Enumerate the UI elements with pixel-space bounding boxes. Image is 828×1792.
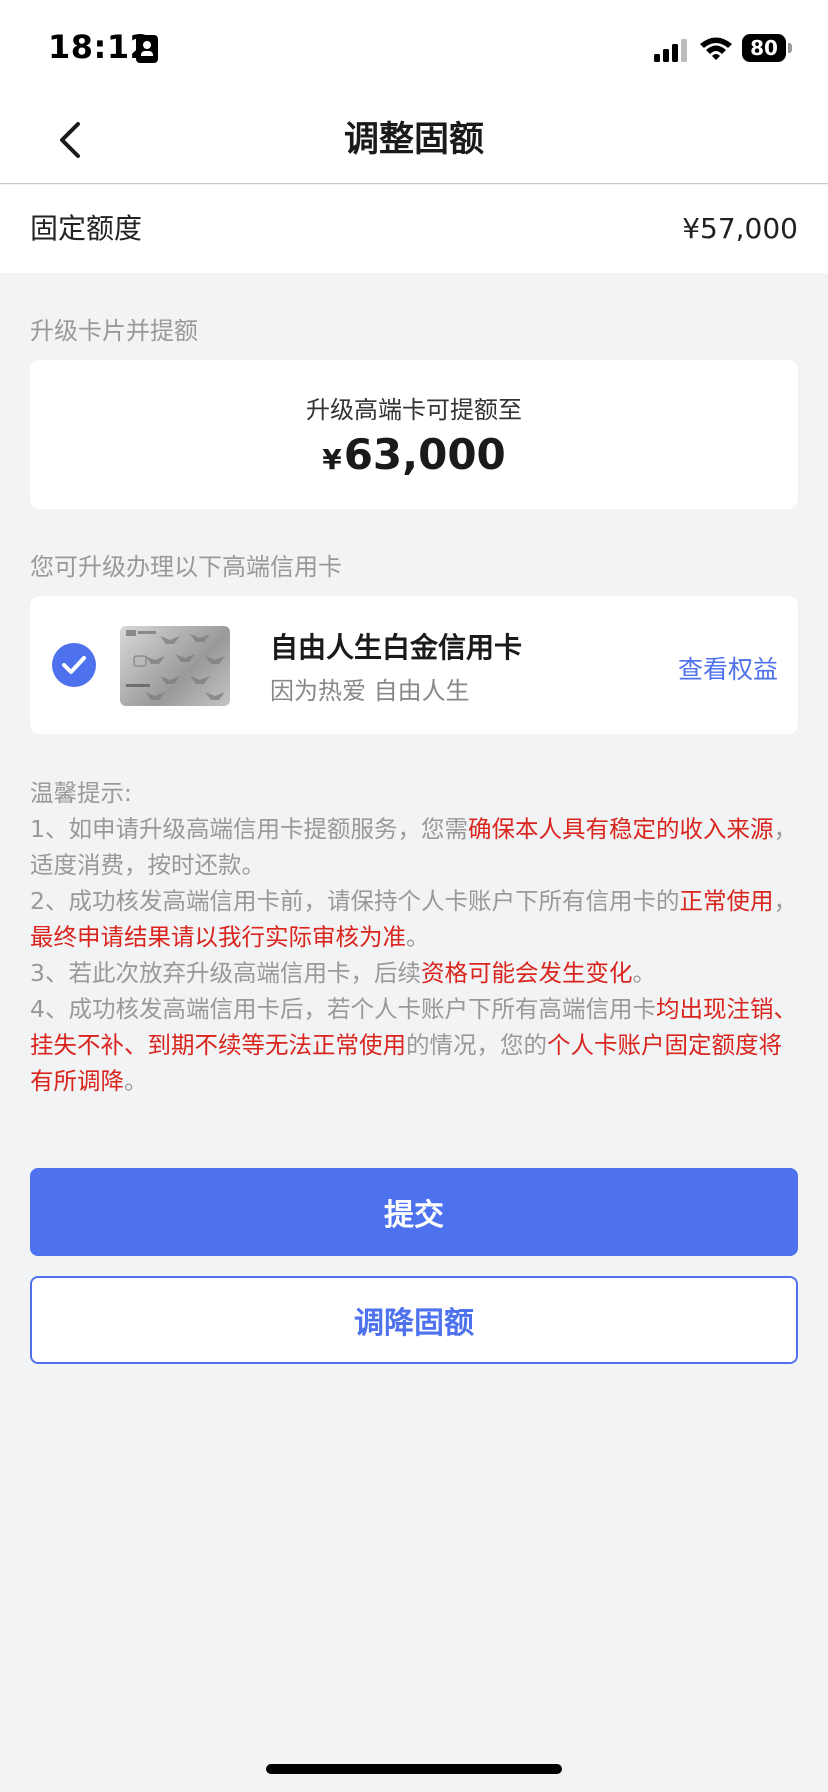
tip-text: ， (773, 887, 797, 915)
tips: 温馨提示: 1、如申请升级高端信用卡提额服务，您需确保本人具有稳定的收入来源，适… (30, 775, 800, 1099)
credit-card-option[interactable]: 自由人生白金信用卡 因为热爱 自由人生 查看权益 (30, 596, 798, 734)
reduce-limit-button[interactable]: 调降固额 (30, 1276, 798, 1364)
tip-highlight-text: 最终申请结果请以我行实际审核为准 (30, 923, 406, 951)
tip-text: 4、成功核发高端信用卡后，若个人卡账户下所有高端信用卡 (30, 995, 656, 1023)
upgrade-amount-value: 63,000 (343, 430, 506, 479)
tip-item: 2、成功核发高端信用卡前，请保持个人卡账户下所有信用卡的正常使用， 最终申请结果请… (30, 883, 800, 955)
tip-text: 。 (124, 1067, 148, 1095)
tip-text: 。 (632, 959, 656, 987)
battery-level: 80 (742, 34, 786, 62)
card-image (120, 626, 230, 706)
nav-bar: 调整固额 (0, 96, 828, 184)
battery-tip (788, 43, 792, 53)
card-slogan: 因为热爱 自由人生 (270, 677, 470, 705)
tip-item: 3、若此次放弃升级高端信用卡，后续资格可能会发生变化。 (30, 955, 800, 991)
battery-icon: 80 (742, 34, 792, 62)
checkmark-glyph (62, 656, 86, 674)
view-benefits-link[interactable]: 查看权益 (678, 650, 778, 686)
submit-button[interactable]: 提交 (30, 1168, 798, 1256)
tips-title: 温馨提示: (30, 779, 132, 807)
tip-text: 1、如申请升级高端信用卡提额服务，您需 (30, 815, 468, 843)
fixed-limit-row: 固定额度 ¥57,000 (0, 185, 828, 273)
currency-symbol: ¥ (322, 443, 342, 476)
contact-card-icon (136, 35, 158, 63)
tips-list: 1、如申请升级高端信用卡提额服务，您需确保本人具有稳定的收入来源，适度消费，按时… (30, 811, 800, 1099)
tip-text: 。 (406, 923, 430, 951)
upgrade-limit-card: 升级高端卡可提额至 ¥63,000 (30, 360, 798, 509)
screen: 18:12 80 调整固额 固定额度 ¥57,000 升级卡片并提额 升级高端卡… (0, 0, 828, 1792)
cards-section-label: 您可升级办理以下高端信用卡 (30, 553, 342, 581)
tip-item: 1、如申请升级高端信用卡提额服务，您需确保本人具有稳定的收入来源，适度消费，按时… (30, 811, 800, 883)
card-name: 自由人生白金信用卡 (270, 631, 523, 664)
wifi-icon (700, 37, 732, 60)
page-title: 调整固额 (343, 120, 484, 160)
tip-highlight-text: 资格可能会发生变化 (420, 959, 633, 987)
signal-icon (654, 39, 687, 62)
fixed-limit-label: 固定额度 (30, 212, 143, 245)
fixed-limit-value: ¥57,000 (682, 212, 798, 245)
upgrade-section-label: 升级卡片并提额 (30, 317, 198, 345)
tip-text: 2、成功核发高端信用卡前，请保持个人卡账户下所有信用卡的 (30, 887, 680, 915)
status-bar: 18:12 80 (0, 0, 828, 96)
check-icon[interactable] (52, 643, 96, 687)
home-indicator (266, 1764, 562, 1774)
upgrade-amount: ¥63,000 (30, 430, 798, 479)
tip-highlight-text: 正常使用 (679, 887, 774, 915)
upgrade-caption: 升级高端卡可提额至 (306, 396, 522, 424)
chevron-left-icon (60, 122, 80, 158)
card-artwork (126, 630, 225, 700)
tip-item: 4、成功核发高端信用卡后，若个人卡账户下所有高端信用卡均出现注销、挂失不补、到期… (30, 991, 800, 1099)
tip-highlight-text: 确保本人具有稳定的收入来源 (467, 815, 774, 843)
tip-text: 3、若此次放弃升级高端信用卡，后续 (30, 959, 421, 987)
back-button[interactable] (46, 110, 106, 170)
tip-text: 的情况，您的 (406, 1031, 547, 1059)
